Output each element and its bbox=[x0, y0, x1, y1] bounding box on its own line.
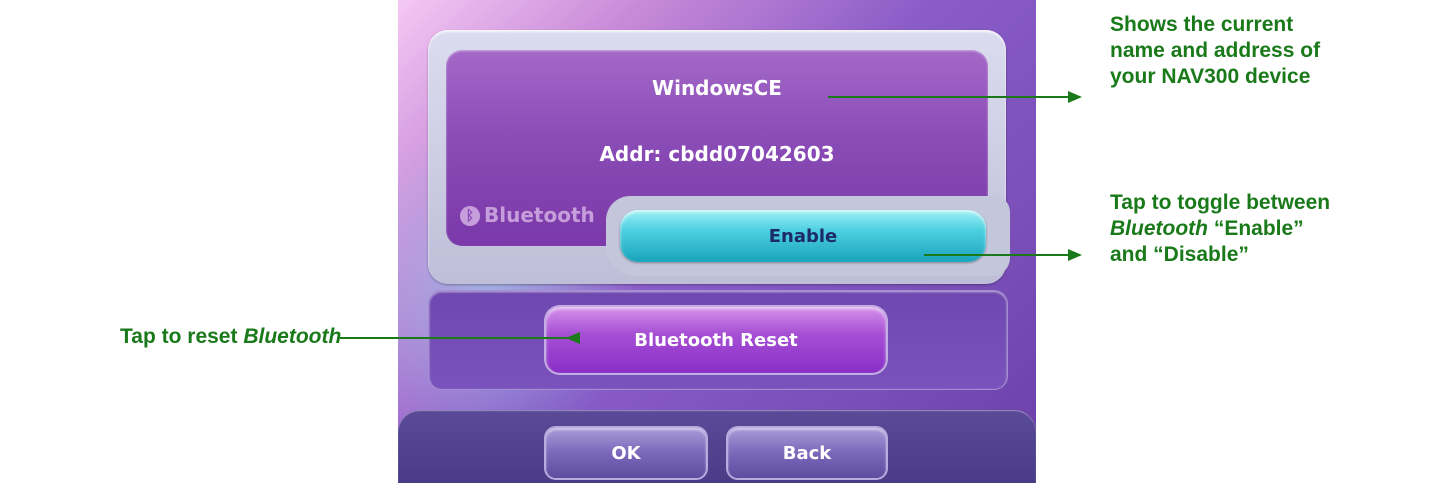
annotation-line: Shows the current bbox=[1110, 13, 1294, 36]
annotation-emphasis: Bluetooth bbox=[1110, 217, 1208, 240]
annotation-emphasis: Bluetooth bbox=[243, 325, 342, 348]
annotation-name-address: Shows the current name and address of yo… bbox=[1110, 12, 1320, 90]
annotation-line: your NAV300 device bbox=[1110, 65, 1311, 88]
annotation-reset: Tap to reset Bluetooth bbox=[120, 324, 341, 350]
annotation-text: Tap to reset bbox=[120, 325, 244, 348]
annotation-line: Tap to toggle between bbox=[1110, 191, 1331, 214]
annotation-toggle: Tap to toggle between Bluetooth “Enable”… bbox=[1110, 190, 1330, 268]
annotation-line: and “Disable” bbox=[1110, 243, 1249, 266]
annotation-text: “Enable” bbox=[1207, 217, 1304, 240]
annotation-line: Bluetooth “Enable” bbox=[1110, 216, 1330, 242]
annotation-line: name and address of bbox=[1110, 39, 1321, 62]
